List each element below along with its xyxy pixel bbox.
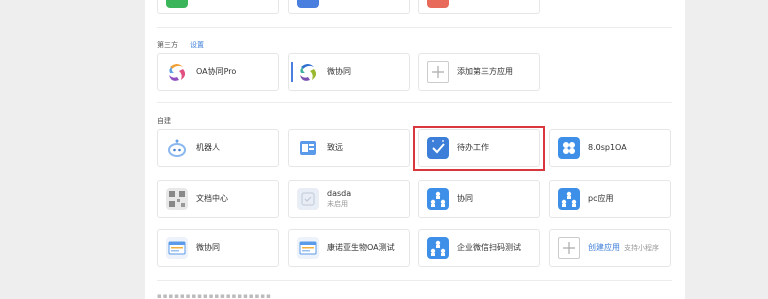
- app-card-label: 微协同: [196, 243, 220, 252]
- org-chart-icon: [427, 237, 449, 259]
- app-card-label: 微协同: [327, 67, 351, 76]
- app-card-label: dasda: [327, 189, 352, 198]
- app-card-zhiyuan[interactable]: 致远: [288, 129, 410, 167]
- app-card-micro-collab-custom[interactable]: 微协同: [157, 229, 279, 267]
- app-card-80sp1oa[interactable]: 8.0sp1OA: [549, 129, 671, 167]
- app-icon: [166, 0, 188, 8]
- third-party-settings-link[interactable]: 设置: [190, 40, 204, 50]
- app-card-dasda[interactable]: dasda 未启用: [288, 180, 410, 218]
- flower-icon: [558, 137, 580, 159]
- app-card-label: OA协同Pro: [196, 67, 237, 76]
- robot-icon: [166, 137, 188, 159]
- plus-icon: [558, 237, 580, 259]
- plus-icon: [427, 61, 449, 83]
- accent-bar: [291, 62, 293, 82]
- app-icon: [297, 137, 319, 159]
- qr-doc-icon: [166, 188, 188, 210]
- top-app-card-1[interactable]: [157, 0, 279, 14]
- footer-text-faded: ▪▪▪▪▪▪▪▪▪▪▪▪▪▪▪▪▪▪▪▪: [157, 292, 272, 299]
- app-card-label: 康诺亚生物OA测试: [327, 243, 395, 252]
- seeyon-logo-icon: [166, 61, 188, 83]
- divider: [157, 27, 672, 28]
- app-card-oa-pro[interactable]: OA协同Pro: [157, 53, 279, 91]
- window-icon: [166, 237, 188, 259]
- app-icon: [427, 0, 449, 8]
- app-card-label: 添加第三方应用: [457, 67, 513, 76]
- app-card-doc-center[interactable]: 文档中心: [157, 180, 279, 218]
- app-card-label: 企业微信扫码测试: [457, 243, 521, 252]
- add-third-party-app-button[interactable]: 添加第三方应用: [418, 53, 540, 91]
- create-app-button[interactable]: 创建应用 支持小程序: [549, 229, 671, 267]
- app-card-wecom-scan-test[interactable]: 企业微信扫码测试: [418, 229, 540, 267]
- org-chart-icon: [558, 188, 580, 210]
- app-card-text-group: dasda 未启用: [327, 189, 351, 209]
- section-label-third-party: 第三方: [157, 41, 178, 49]
- app-card-label: 协同: [457, 194, 473, 203]
- highlight-box: [413, 126, 545, 171]
- app-card-label: 机器人: [196, 143, 220, 152]
- top-app-card-3[interactable]: [418, 0, 540, 14]
- app-card-label: 文档中心: [196, 194, 228, 203]
- window-icon: [297, 237, 319, 259]
- top-app-card-2[interactable]: [288, 0, 410, 14]
- seeyon-logo-icon: [297, 61, 319, 83]
- app-card-kangnuoya-oa-test[interactable]: 康诺亚生物OA测试: [288, 229, 410, 267]
- divider: [157, 102, 672, 103]
- app-status-label: 未启用: [327, 200, 348, 208]
- app-card-collab[interactable]: 协同: [418, 180, 540, 218]
- app-placeholder-icon: [297, 188, 319, 210]
- section-label-custom: 自建: [157, 117, 171, 125]
- app-card-pc-app[interactable]: pc应用: [549, 180, 671, 218]
- org-chart-icon: [427, 188, 449, 210]
- app-card-label: 创建应用: [588, 243, 620, 252]
- app-icon: [297, 0, 319, 8]
- app-card-label: 致远: [327, 143, 343, 152]
- divider: [157, 280, 672, 281]
- create-app-hint: 支持小程序: [624, 244, 659, 252]
- app-card-label: 8.0sp1OA: [588, 143, 627, 152]
- app-card-micro-collab[interactable]: 微协同: [288, 53, 410, 91]
- app-card-label: pc应用: [588, 194, 614, 203]
- app-card-robot[interactable]: 机器人: [157, 129, 279, 167]
